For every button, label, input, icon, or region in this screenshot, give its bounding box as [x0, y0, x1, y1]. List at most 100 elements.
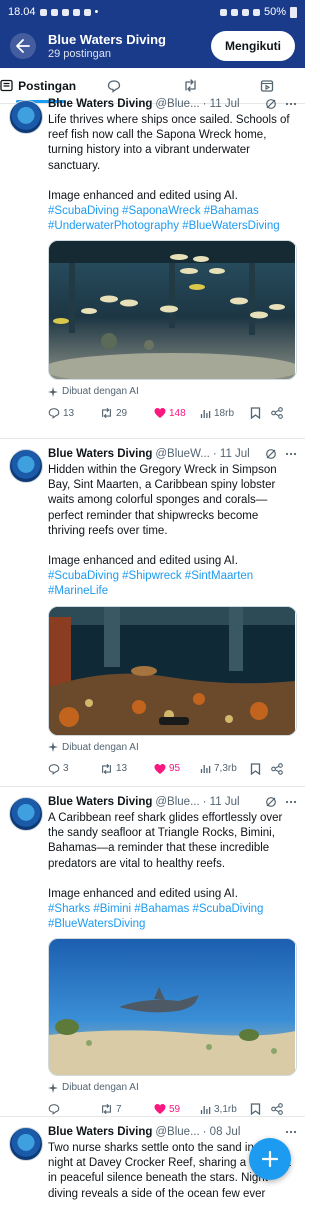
author-name[interactable]: Blue Waters Diving [48, 98, 152, 110]
post-item[interactable]: Blue Waters Diving @Blue... · 11 Jul Lif… [0, 98, 305, 439]
ai-generated-badge: Dibuat dengan AI [48, 386, 297, 397]
post-actions: 7 59 3,1rb [48, 1103, 297, 1116]
grok-icon[interactable] [265, 448, 277, 460]
author-name[interactable]: Blue Waters Diving [48, 448, 152, 460]
hashtags[interactable]: #ScubaDiving #Shipwreck #SintMaarten #Ma… [48, 569, 297, 599]
image-icon [50, 8, 58, 16]
grok-icon[interactable] [265, 796, 277, 808]
repost-count: 29 [116, 407, 128, 419]
gregory-wreck-lobster-image [49, 606, 295, 735]
like-button[interactable]: 148 [154, 407, 200, 419]
post-caption: Life thrives where ships once sailed. Sc… [48, 114, 290, 172]
views-icon [200, 409, 211, 418]
bookmark-icon[interactable] [250, 407, 261, 420]
following-button[interactable]: Mengikuti [211, 31, 295, 61]
status-bar: 18.04 • 50% [0, 0, 305, 24]
post-date: · 08 Jul [202, 1126, 241, 1138]
author-handle: @Blue... [155, 1126, 200, 1138]
like-button[interactable]: 59 [154, 1103, 200, 1115]
author-name[interactable]: Blue Waters Diving [48, 1126, 152, 1138]
repost-button[interactable]: 13 [100, 763, 154, 775]
repost-icon [102, 763, 111, 774]
posts-feed: Blue Waters Diving @Blue... · 11 Jul Lif… [0, 98, 305, 1207]
hashtags[interactable]: #Sharks #Bimini #Bahamas #ScubaDiving #B… [48, 902, 297, 932]
heart-filled-icon [154, 408, 166, 419]
more-options-icon[interactable] [285, 448, 297, 460]
ai-generated-label: Dibuat dengan AI [62, 1082, 139, 1094]
share-icon[interactable] [271, 762, 283, 775]
more-options-icon[interactable] [285, 796, 297, 808]
avatar[interactable] [9, 1127, 43, 1161]
repost-button[interactable]: 7 [100, 1103, 154, 1115]
like-count: 59 [169, 1103, 181, 1115]
views-button[interactable]: 3,1rb [200, 1104, 250, 1115]
post-header: Blue Waters Diving @BlueW... · 11 Jul [48, 448, 297, 460]
signal-icon-2 [252, 8, 260, 16]
post-caption: A Caribbean reef shark glides effortless… [48, 812, 283, 870]
author-handle: @BlueW... [155, 448, 210, 460]
avatar[interactable] [9, 100, 43, 134]
share-icon[interactable] [271, 407, 283, 420]
ai-generated-label: Dibuat dengan AI [62, 741, 139, 753]
x-app-icon-3 [83, 8, 91, 16]
profile-title: Blue Waters Diving 29 postingan [48, 32, 211, 60]
ai-generated-badge: Dibuat dengan AI [48, 1082, 297, 1093]
profile-name: Blue Waters Diving [48, 32, 166, 47]
post-image[interactable] [48, 938, 297, 1077]
post-image[interactable] [48, 240, 297, 381]
views-button[interactable]: 7,3rb [200, 763, 250, 774]
more-options-icon[interactable] [285, 1126, 297, 1138]
like-button[interactable]: 95 [154, 763, 200, 775]
author-handle: @Blue... [155, 796, 200, 808]
sparkle-icon [48, 742, 58, 753]
reply-icon [48, 763, 60, 775]
more-options-icon[interactable] [285, 98, 297, 110]
post-caption: Hidden within the Gregory Wreck in Simps… [48, 464, 277, 537]
compose-button[interactable] [249, 1138, 291, 1180]
author-handle: @Blue... [155, 98, 200, 110]
post-date: · 11 Jul [212, 448, 250, 460]
bookmark-icon[interactable] [250, 1103, 261, 1116]
views-button[interactable]: 18rb [200, 408, 250, 419]
post-item[interactable]: Blue Waters Diving @Blue... · 11 Jul A C… [0, 787, 305, 1117]
bookmark-icon[interactable] [250, 762, 261, 775]
post-date: · 11 Jul [202, 796, 240, 808]
post-image[interactable] [48, 605, 297, 736]
share-icon[interactable] [271, 1103, 283, 1116]
post-text: Hidden within the Gregory Wreck in Simps… [48, 463, 297, 600]
post-item[interactable]: Blue Waters Diving @BlueW... · 11 Jul Hi… [0, 439, 305, 787]
x-app-icon [61, 8, 69, 16]
notification-icon [39, 8, 47, 16]
author-name[interactable]: Blue Waters Diving [48, 796, 152, 808]
sparkle-icon [48, 1082, 58, 1093]
ai-generated-badge: Dibuat dengan AI [48, 742, 297, 753]
avatar[interactable] [9, 449, 43, 483]
edit-note: Image enhanced and edited using AI. [48, 887, 238, 900]
reply-icon [48, 408, 60, 420]
grok-icon[interactable] [265, 98, 277, 110]
post-header: Blue Waters Diving @Blue... · 08 Jul [48, 1126, 297, 1138]
avatar[interactable] [9, 797, 43, 831]
hashtags[interactable]: #ScubaDiving #SaponaWreck #Bahamas #Unde… [48, 204, 297, 234]
back-arrow-icon [16, 39, 30, 53]
alarm-icon [219, 8, 227, 16]
reply-button[interactable]: 13 [48, 407, 100, 420]
battery-icon [290, 6, 297, 18]
views-count: 7,3rb [214, 763, 237, 775]
repost-button[interactable]: 29 [100, 407, 154, 419]
sapona-wreck-fish-image [49, 241, 296, 380]
status-time: 18.04 [8, 6, 36, 18]
edit-note: Image enhanced and edited using AI. [48, 555, 238, 568]
reply-tab-icon [108, 79, 121, 93]
reef-shark-image [49, 939, 295, 1076]
reply-button[interactable] [48, 1103, 100, 1116]
back-button[interactable] [10, 33, 36, 59]
post-header: Blue Waters Diving @Blue... · 11 Jul [48, 796, 297, 808]
post-count: 29 postingan [48, 48, 111, 60]
reply-button[interactable]: 3 [48, 763, 100, 775]
media-tab-icon [260, 79, 274, 92]
repost-count: 7 [116, 1103, 122, 1115]
like-count: 95 [169, 763, 181, 775]
profile-header: Blue Waters Diving 29 postingan Mengikut… [0, 24, 305, 68]
views-icon [200, 765, 211, 774]
